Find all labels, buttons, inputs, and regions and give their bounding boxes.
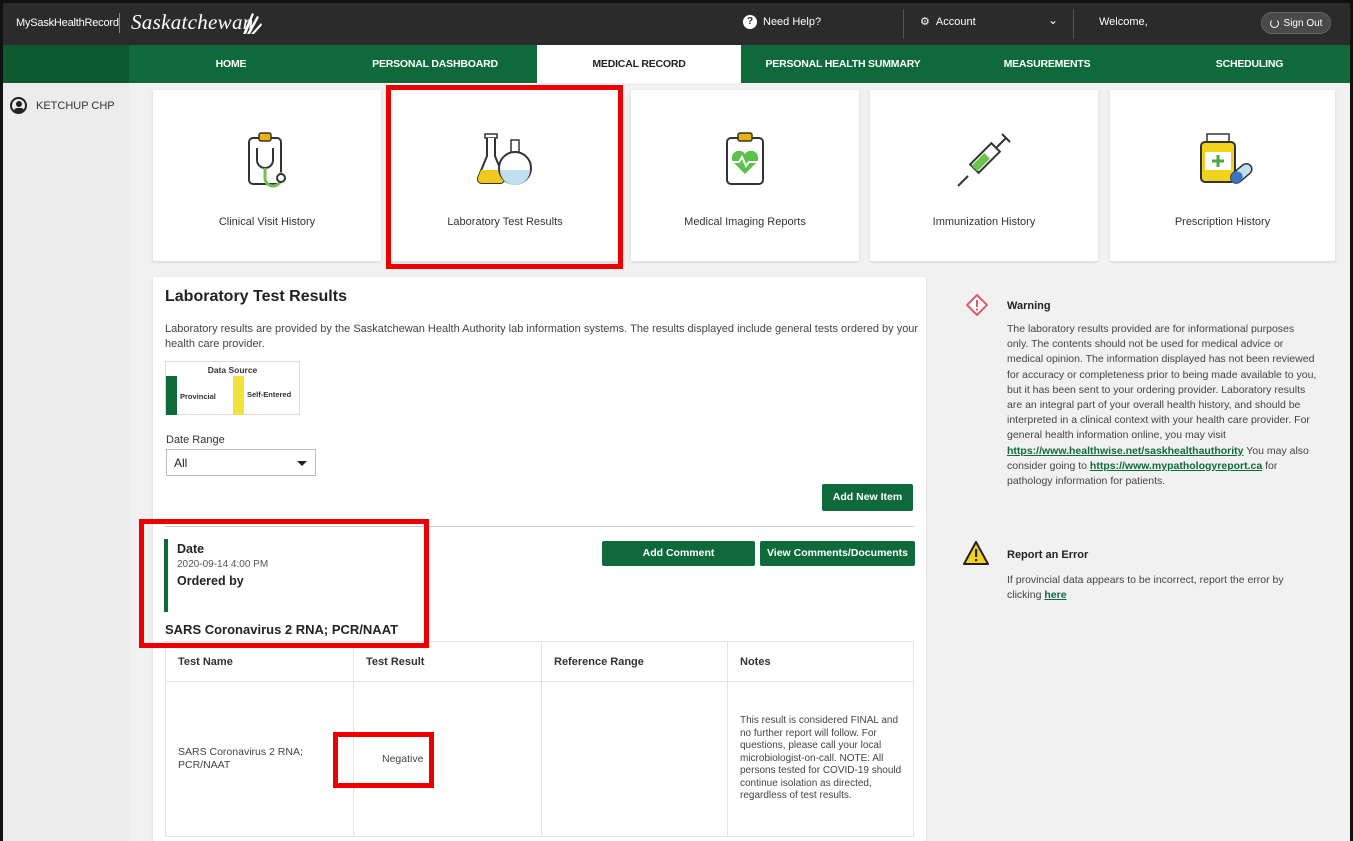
tab-personal-dashboard[interactable]: PERSONAL DASHBOARD <box>333 45 537 83</box>
self-entered-label: Self-Entered <box>247 390 292 399</box>
tile-label: Prescription History <box>1174 216 1271 228</box>
date-range-value: All <box>174 456 188 470</box>
app-brand[interactable]: MySaskHealthRecord <box>16 17 119 29</box>
add-comment-button[interactable]: Add Comment <box>602 541 755 566</box>
chevron-down-icon[interactable]: ⌄ <box>1048 13 1058 27</box>
help-icon: ? <box>743 15 757 29</box>
cell-test-name: SARS Coronavirus 2 RNA; PCR/NAAT <box>165 681 354 837</box>
self-entered-swatch <box>233 376 244 415</box>
user-icon <box>10 97 27 114</box>
sign-out-label: Sign Out <box>1283 17 1323 29</box>
tab-scheduling[interactable]: SCHEDULING <box>1149 45 1350 83</box>
table-row: SARS Coronavirus 2 RNA; PCR/NAAT Negativ… <box>165 681 914 837</box>
tile-prescription-history[interactable]: Prescription History <box>1110 90 1335 261</box>
need-help-link[interactable]: ? Need Help? <box>743 15 821 29</box>
topbar-divider <box>903 9 904 39</box>
sign-out-button[interactable]: Sign Out <box>1261 12 1331 34</box>
highlight-date-block <box>139 519 429 648</box>
tile-label: Medical Imaging Reports <box>684 216 806 228</box>
clipboard-heart-icon <box>726 132 764 185</box>
syringe-icon <box>957 133 1011 187</box>
clipboard-stethoscope-icon <box>248 132 286 188</box>
healthwise-link[interactable]: https://www.healthwise.net/saskhealthaut… <box>1007 445 1244 457</box>
pill-bottle-icon <box>1199 133 1253 184</box>
date-range-select[interactable]: All <box>166 449 316 476</box>
gear-icon: ⚙ <box>920 16 930 28</box>
warning-triangle-icon <box>963 541 989 565</box>
cell-reference-range <box>541 681 728 837</box>
sidebar: KETCHUP CHP <box>3 83 129 841</box>
saskatchewan-logo-text[interactable]: Saskatchewan <box>131 10 254 35</box>
tile-clinical-visit-history[interactable]: Clinical Visit History <box>153 90 381 261</box>
main-nav: HOME PERSONAL DASHBOARD MEDICAL RECORD P… <box>3 45 1350 83</box>
sidebar-user[interactable]: KETCHUP CHP <box>10 97 115 114</box>
account-menu[interactable]: ⚙ Account <box>920 15 976 29</box>
power-icon <box>1269 18 1279 28</box>
report-error-title: Report an Error <box>1007 549 1089 561</box>
add-new-item-button[interactable]: Add New Item <box>822 484 913 511</box>
tab-measurements[interactable]: MEASUREMENTS <box>945 45 1149 83</box>
tile-label: Immunization History <box>932 216 1036 228</box>
app-frame: MySaskHealthRecord Saskatchewan ? Need H… <box>0 0 1353 841</box>
report-error-text: If provincial data appears to be incorre… <box>1007 573 1307 603</box>
report-error-link[interactable]: here <box>1044 589 1066 601</box>
cell-notes: This result is considered FINAL and no f… <box>727 681 914 837</box>
tab-home[interactable]: HOME <box>129 45 333 83</box>
warning-text: The laboratory results provided are for … <box>1007 322 1317 489</box>
brand-divider <box>119 13 120 33</box>
col-notes: Notes <box>727 641 914 682</box>
provincial-label: Provincial <box>180 392 216 401</box>
welcome-text: Welcome, <box>1099 16 1148 28</box>
nav-spacer <box>3 45 129 83</box>
data-source-legend: Data Source Provincial Self-Entered <box>165 361 300 415</box>
results-table: Test Name Test Result Reference Range No… <box>165 641 914 837</box>
highlight-lab-tile <box>386 85 623 269</box>
date-range-label: Date Range <box>166 434 225 446</box>
warning-title: Warning <box>1007 300 1051 312</box>
caret-down-icon <box>297 461 307 466</box>
provincial-swatch <box>166 376 177 415</box>
warning-text-1: The laboratory results provided are for … <box>1007 323 1317 442</box>
warning-diamond-icon <box>966 294 988 316</box>
tile-label: Clinical Visit History <box>218 216 316 228</box>
tile-immunization-history[interactable]: Immunization History <box>870 90 1098 261</box>
sidebar-user-name: KETCHUP CHP <box>36 99 115 112</box>
tab-medical-record[interactable]: MEDICAL RECORD <box>537 45 741 83</box>
need-help-label: Need Help? <box>763 16 822 28</box>
data-source-title: Data Source <box>207 365 258 375</box>
col-reference-range: Reference Range <box>541 641 728 682</box>
account-label: Account <box>935 15 976 28</box>
view-comments-button[interactable]: View Comments/Documents <box>760 541 915 566</box>
panel-title: Laboratory Test Results <box>165 288 347 305</box>
wheat-logo-icon <box>243 13 262 34</box>
mypathology-link[interactable]: https://www.mypathologyreport.ca <box>1090 460 1262 472</box>
tab-personal-health-summary[interactable]: PERSONAL HEALTH SUMMARY <box>741 45 945 83</box>
topbar-divider <box>1073 9 1074 39</box>
highlight-result <box>333 732 434 788</box>
tile-medical-imaging-reports[interactable]: Medical Imaging Reports <box>631 90 859 261</box>
top-bar: MySaskHealthRecord Saskatchewan ? Need H… <box>3 3 1350 45</box>
panel-description: Laboratory results are provided by the S… <box>165 323 919 350</box>
